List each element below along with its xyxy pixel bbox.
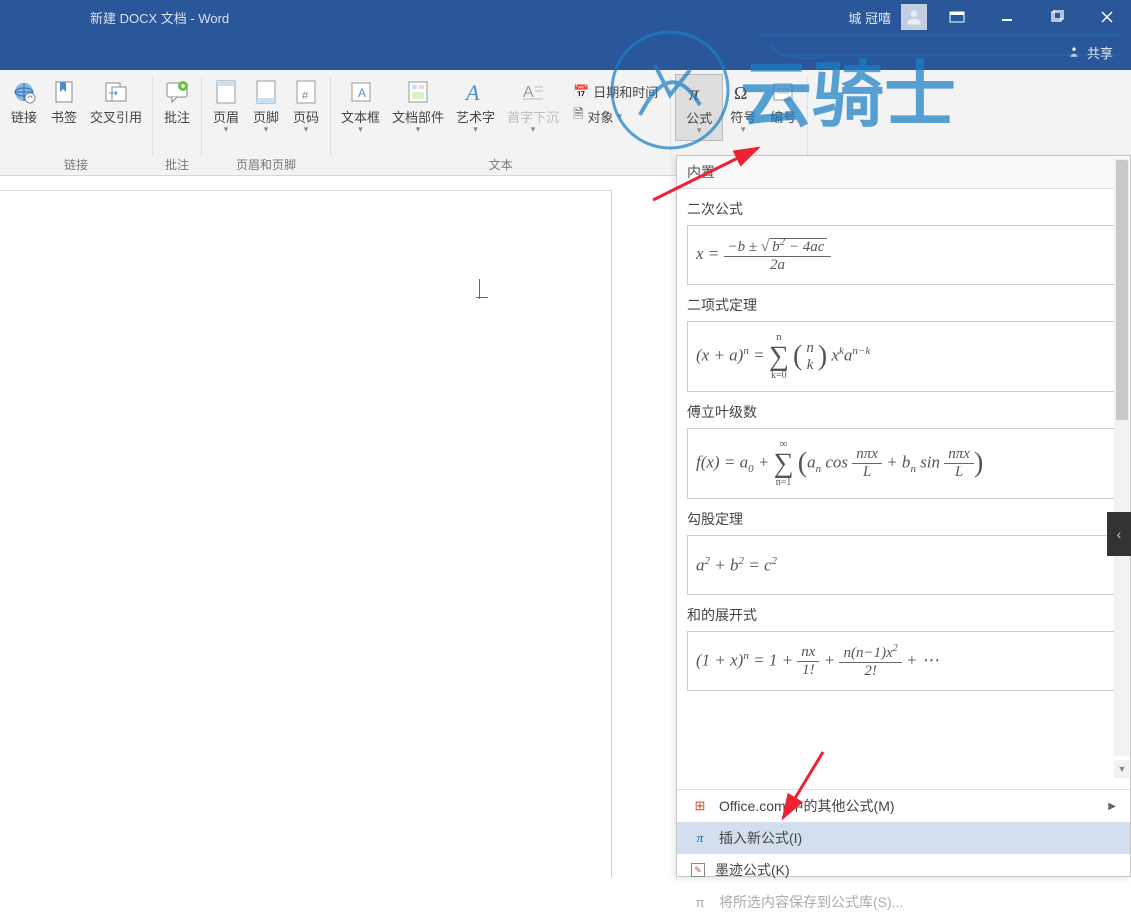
ink-equation[interactable]: ✎ 墨迹公式(K)	[677, 854, 1130, 886]
chevron-left-icon: ‹	[1117, 526, 1122, 542]
insert-new-equation[interactable]: π 插入新公式(I)	[677, 822, 1130, 854]
drop-cap-button[interactable]: A 首字下沉 ▾	[501, 74, 565, 139]
bookmark-icon	[50, 78, 78, 106]
symbol-icon: Ω	[729, 78, 757, 106]
minimize-button[interactable]	[987, 4, 1027, 30]
pi-icon: π	[691, 829, 709, 847]
ink-icon: ✎	[691, 863, 705, 877]
equation-panel-header: 内置	[677, 156, 1130, 189]
equation-item-expansion[interactable]: (1 + x)n = 1 + nx1! + n(n−1)x22! + ⋯	[687, 631, 1120, 691]
titlebar: 新建 DOCX 文档 - Word 城 冠嘻	[0, 0, 1131, 34]
share-label: 共享	[1087, 43, 1113, 62]
equation-item-title: 勾股定理	[687, 509, 1120, 529]
hyperlink-button[interactable]: 链接	[4, 74, 44, 130]
scroll-down-icon[interactable]: ▼	[1114, 760, 1130, 778]
footer-button[interactable]: 页脚 ▾	[246, 74, 286, 139]
header-icon	[212, 78, 240, 106]
office-icon: ⊞	[691, 797, 709, 815]
svg-text:A: A	[358, 86, 366, 100]
equation-item-quadratic[interactable]: x = −b ± √b2 − 4ac2a	[687, 225, 1120, 285]
save-to-gallery: π 将所选内容保存到公式库(S)...	[677, 886, 1130, 918]
equation-button[interactable]: π 公式 ▾	[675, 74, 723, 141]
chevron-right-icon: ▶	[1108, 801, 1116, 812]
equation-item-title: 傅立叶级数	[687, 402, 1120, 422]
cross-reference-button[interactable]: 交叉引用	[84, 74, 148, 130]
ribbon-group-links: 链接 书签 交叉引用 链接	[0, 70, 152, 175]
page-number-button[interactable]: # 页码 ▾	[286, 74, 326, 139]
equation-item-title: 二次公式	[687, 199, 1120, 219]
equation-panel-scrollbar[interactable]	[1114, 158, 1130, 756]
chevron-down-icon: ▾	[531, 124, 536, 135]
share-button[interactable]: 共享	[1067, 43, 1113, 62]
maximize-button[interactable]	[1037, 4, 1077, 30]
quick-parts-icon	[404, 78, 432, 106]
quick-parts-button[interactable]: 文档部件 ▾	[386, 74, 450, 139]
equation-item-fourier[interactable]: f(x) = a0 + ∞∑n=1 (an cos nπxL + bn sin …	[687, 428, 1120, 499]
symbol-button[interactable]: Ω 符号 ▾	[723, 74, 763, 139]
user-name: 城 冠嘻	[848, 8, 891, 27]
bookmark-button[interactable]: 书签	[44, 74, 84, 130]
number-icon	[769, 78, 797, 106]
equation-panel-footer: ⊞ Office.com 中的其他公式(M) ▶ π 插入新公式(I) ✎ 墨迹…	[677, 789, 1130, 918]
office-more-equations[interactable]: ⊞ Office.com 中的其他公式(M) ▶	[677, 790, 1130, 822]
chevron-down-icon: ▾	[304, 124, 309, 135]
equation-dropdown-panel: 内置 二次公式 x = −b ± √b2 − 4ac2a 二项式定理 (x + …	[676, 155, 1131, 877]
comment-icon	[163, 78, 191, 106]
close-button[interactable]	[1087, 4, 1127, 30]
chevron-down-icon: ▾	[264, 124, 269, 135]
header-button[interactable]: 页眉 ▾	[206, 74, 246, 139]
chevron-down-icon: ▾	[741, 124, 746, 135]
svg-text:π: π	[689, 83, 700, 105]
wordart-button[interactable]: A 艺术字 ▾	[450, 74, 501, 139]
svg-text:Ω: Ω	[734, 83, 747, 103]
chevron-down-icon: ▾	[473, 124, 478, 135]
save-icon: π	[691, 893, 709, 911]
chevron-down-icon: ▾	[358, 124, 363, 135]
ribbon-display-button[interactable]	[937, 4, 977, 30]
cross-reference-icon	[102, 78, 130, 106]
document-canvas[interactable]	[0, 190, 612, 877]
textbox-button[interactable]: A 文本框 ▾	[335, 74, 386, 139]
equation-item-title: 和的展开式	[687, 605, 1120, 625]
hyperlink-icon	[10, 78, 38, 106]
wordart-icon: A	[462, 78, 490, 106]
equation-item-title: 二项式定理	[687, 295, 1120, 315]
svg-text:A: A	[523, 84, 534, 101]
chevron-down-icon: ▾	[416, 124, 421, 135]
object-button[interactable]: 🗎 对象 ▾	[569, 103, 662, 129]
drop-cap-icon: A	[519, 78, 547, 106]
side-collapse-tab[interactable]: ‹	[1107, 512, 1131, 556]
page-number-icon: #	[292, 78, 320, 106]
number-button[interactable]: 编号	[763, 74, 803, 130]
object-icon: 🗎	[573, 105, 583, 127]
equation-item-binomial[interactable]: (x + a)n = n∑k=0 (nk) xkan−k	[687, 321, 1120, 392]
equation-icon: π	[685, 79, 713, 107]
chevron-down-icon: ▾	[697, 125, 702, 136]
date-time-icon: 📅	[573, 84, 589, 100]
date-time-button[interactable]: 📅 日期和时间	[569, 80, 662, 103]
ribbon-group-text: A 文本框 ▾ 文档部件 ▾ A 艺术字 ▾ A 首字下沉 ▾ 📅	[331, 70, 670, 175]
chevron-down-icon: ▾	[224, 124, 229, 135]
equation-item-pythagorean[interactable]: a2 + b2 = c2	[687, 535, 1120, 595]
text-cursor	[479, 279, 480, 299]
ribbon-group-comments: 批注 批注	[153, 70, 201, 175]
comment-button[interactable]: 批注	[157, 74, 197, 130]
ribbon-group-header-footer: 页眉 ▾ 页脚 ▾ # 页码 ▾ 页眉和页脚	[202, 70, 330, 175]
svg-text:A: A	[464, 80, 480, 105]
textbox-icon: A	[347, 78, 375, 106]
window-title: 新建 DOCX 文档 - Word	[90, 8, 229, 27]
ribbon-top-bar: 共享	[0, 34, 1131, 70]
svg-text:#: #	[302, 90, 309, 102]
user-avatar-icon[interactable]	[901, 4, 927, 30]
footer-icon	[252, 78, 280, 106]
